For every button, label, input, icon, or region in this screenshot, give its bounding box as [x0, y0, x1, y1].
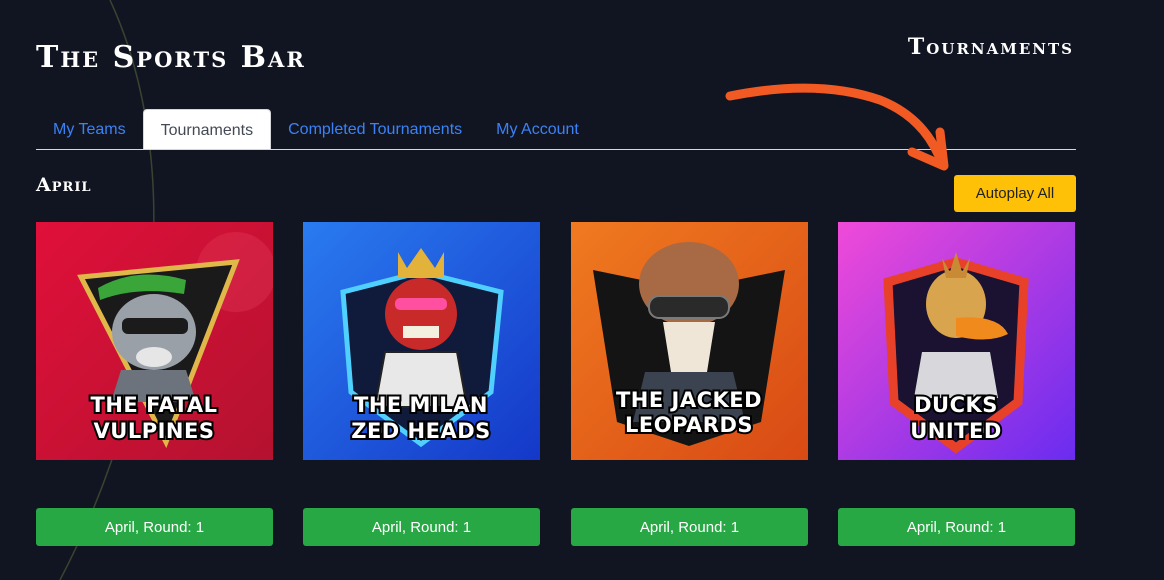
round-button[interactable]: April, Round: 1 — [571, 508, 808, 546]
team-name-line2: ZED HEADS — [351, 419, 491, 443]
tab-completed-tournaments[interactable]: Completed Tournaments — [271, 109, 479, 149]
team-name-line2: LEOPARDS — [625, 413, 753, 437]
autoplay-all-button[interactable]: Autoplay All — [954, 175, 1076, 212]
team-card-milan-zed-heads: THE MILAN ZED HEADS April, Round: 1 — [303, 222, 540, 546]
team-logo[interactable]: THE MILAN ZED HEADS — [303, 222, 540, 460]
team-card-ducks-united: DUCKS UNITED April, Round: 1 — [838, 222, 1075, 546]
page-title: Tournaments — [907, 34, 1074, 60]
team-logo[interactable]: THE JACKED LEOPARDS — [571, 222, 808, 460]
team-name-line1: THE MILAN — [354, 393, 488, 417]
tab-my-account[interactable]: My Account — [479, 109, 596, 149]
team-card-fatal-vulpines: THE FATAL VULPINES April, Round: 1 — [36, 222, 273, 546]
team-name-line2: VULPINES — [94, 419, 215, 443]
tab-my-teams[interactable]: My Teams — [36, 109, 143, 149]
brand-title: The Sports Bar — [36, 40, 306, 75]
section-title: April — [36, 174, 92, 196]
team-name-line1: DUCKS — [914, 393, 998, 417]
tab-bar: My Teams Tournaments Completed Tournamen… — [36, 108, 1076, 150]
round-button[interactable]: April, Round: 1 — [36, 508, 273, 546]
team-logo[interactable]: THE FATAL VULPINES — [36, 222, 273, 460]
round-button[interactable]: April, Round: 1 — [838, 508, 1075, 546]
team-name-line1: THE JACKED — [616, 388, 762, 412]
team-card-jacked-leopards: THE JACKED LEOPARDS April, Round: 1 — [571, 222, 808, 546]
team-name-line2: UNITED — [910, 419, 1002, 443]
team-logo[interactable]: DUCKS UNITED — [838, 222, 1075, 460]
team-name-line1: THE FATAL — [91, 393, 218, 417]
round-button[interactable]: April, Round: 1 — [303, 508, 540, 546]
tab-tournaments[interactable]: Tournaments — [142, 109, 272, 149]
